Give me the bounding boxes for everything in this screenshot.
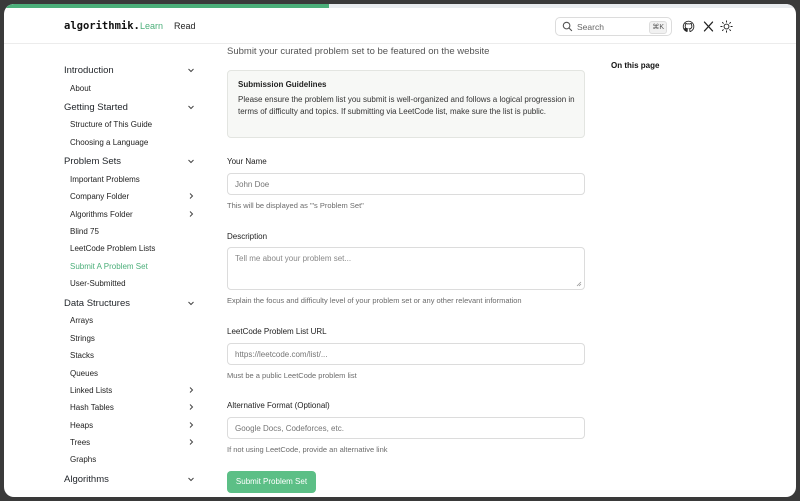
search-icon: [562, 21, 573, 32]
site-logo[interactable]: algorithmik.: [64, 20, 140, 32]
leetcode-url-field[interactable]: [227, 343, 585, 365]
submission-guidelines-box: Submission Guidelines Please ensure the …: [227, 70, 585, 138]
description-field[interactable]: Tell me about your problem set...: [227, 247, 585, 290]
description-field-help: Explain the focus and difficulty level o…: [227, 296, 522, 305]
x-icon[interactable]: [702, 20, 715, 33]
search-placeholder: Search: [577, 22, 604, 32]
alt-format-field-help: If not using LeetCode, provide an altern…: [227, 445, 388, 454]
alt-format-field-label: Alternative Format (Optional): [227, 401, 330, 410]
site-header: algorithmik. Learn Read Search ⌘K: [4, 8, 796, 44]
alt-format-field[interactable]: [227, 417, 585, 439]
nav-learn-link[interactable]: Learn: [140, 21, 163, 31]
description-placeholder: Tell me about your problem set...: [235, 254, 352, 263]
name-field[interactable]: [227, 173, 585, 195]
browser-frame: algorithmik. Learn Read Search ⌘K Introd…: [4, 4, 796, 497]
url-field-help: Must be a public LeetCode problem list: [227, 371, 357, 380]
nav-read-link[interactable]: Read: [174, 21, 196, 31]
main-content: Submit your curated problem set to be fe…: [4, 44, 796, 497]
guidelines-title: Submission Guidelines: [238, 80, 327, 89]
name-field-help: This will be displayed as "'s Problem Se…: [227, 201, 364, 210]
sun-icon[interactable]: [720, 20, 733, 33]
guidelines-body: Please ensure the problem list you submi…: [238, 95, 575, 116]
on-this-page-heading: On this page: [611, 61, 660, 70]
submit-problem-set-button[interactable]: Submit Problem Set: [227, 471, 316, 493]
page-lead-text: Submit your curated problem set to be fe…: [227, 46, 490, 57]
search-shortcut-badge: ⌘K: [649, 21, 667, 34]
name-field-label: Your Name: [227, 157, 267, 166]
resize-handle-icon[interactable]: [576, 281, 582, 287]
description-field-label: Description: [227, 232, 268, 241]
url-field-label: LeetCode Problem List URL: [227, 327, 327, 336]
search-box[interactable]: Search ⌘K: [555, 17, 672, 36]
github-icon[interactable]: [682, 20, 695, 33]
